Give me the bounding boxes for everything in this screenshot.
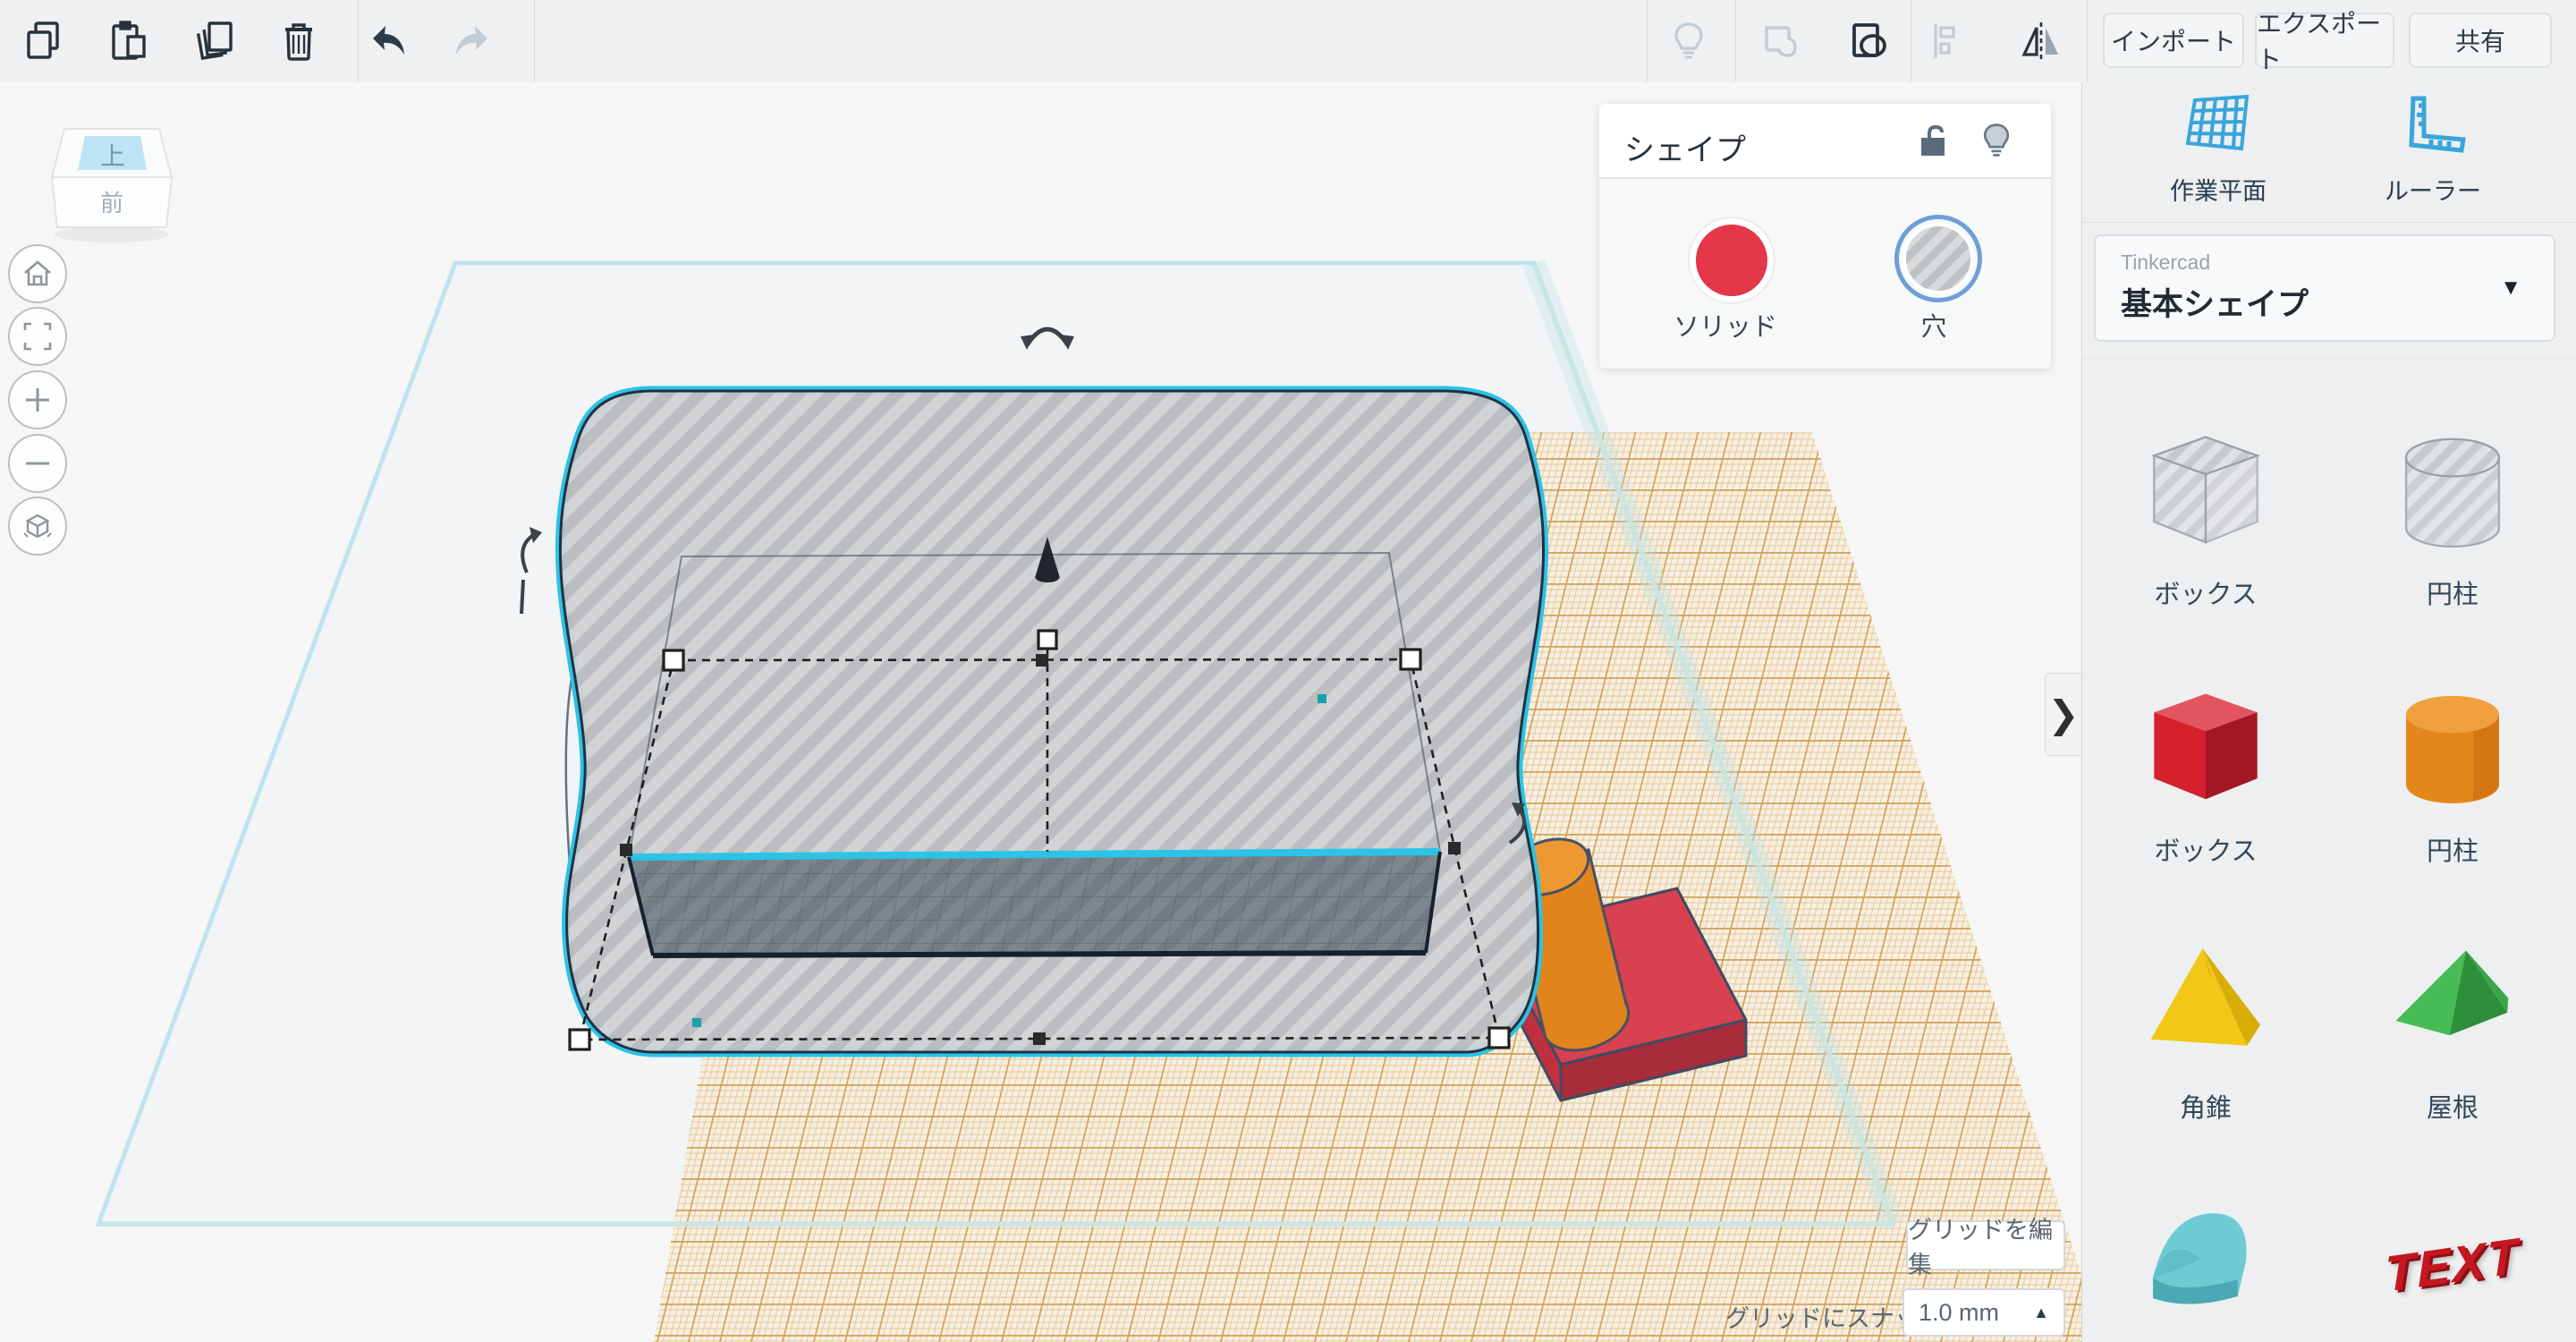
home-view-button[interactable] (8, 244, 67, 303)
view-cube-front-label[interactable]: 前 (100, 190, 123, 217)
shape-label: 屋根 (2426, 1094, 2479, 1123)
sidebar-divider (2082, 358, 2576, 359)
shape-tile-cylinder[interactable]: 円柱 (2329, 634, 2576, 891)
export-button[interactable]: エクスポート (2255, 10, 2394, 73)
shape-panel-title: シェイプ (1624, 133, 1746, 167)
fit-view-button[interactable] (8, 307, 67, 366)
pyramid-icon (2150, 948, 2261, 1046)
lightbulb-icon[interactable] (1978, 122, 2015, 164)
ruler-icon (2409, 96, 2466, 153)
sidebar-divider (2082, 222, 2576, 223)
sidebar-collapse-tab[interactable]: ❯ (2045, 673, 2081, 756)
shape-tile-pyramid[interactable]: 角錐 (2082, 891, 2329, 1148)
shape-label: 円柱 (2426, 837, 2479, 866)
round-roof-icon (2153, 1213, 2247, 1304)
shape-tile-box-hole[interactable]: ボックス (2082, 378, 2329, 634)
shape-label: ボックス (2154, 581, 2258, 609)
undo-icon[interactable] (367, 20, 410, 63)
caret-down-icon: ▼ (2500, 276, 2521, 300)
hole-option[interactable] (1894, 215, 1982, 302)
workplane-icon (2185, 94, 2250, 151)
shape-label: 円柱 (2426, 581, 2479, 609)
shape-inspector-panel: シェイプ ソリッド 穴 (1599, 104, 2051, 369)
shape-label: 角錐 (2179, 1094, 2232, 1123)
caret-up-icon: ▲ (2033, 1303, 2049, 1321)
roof-icon (2395, 950, 2509, 1036)
shape-panel-header: シェイプ (1599, 104, 2051, 179)
ungroup-icon[interactable] (1758, 20, 1801, 63)
shape-library-dropdown[interactable]: Tinkercad 基本シェイプ ▼ (2094, 234, 2555, 342)
unlock-icon[interactable] (1917, 123, 1953, 164)
lightbulb-icon[interactable] (1667, 20, 1710, 63)
snap-grid-select[interactable]: 1.0 mm ▲ (1902, 1288, 2065, 1337)
cylinder-hole-icon (2404, 437, 2501, 548)
import-button[interactable]: インポート (2103, 13, 2244, 68)
library-brand: Tinkercad (2121, 251, 2211, 274)
mirror-icon[interactable] (2020, 20, 2063, 63)
redo-icon[interactable] (451, 20, 494, 63)
toolbar-separator (1647, 0, 1648, 82)
shape-tile-roof[interactable]: 屋根 (2329, 891, 2576, 1148)
perspective-button[interactable] (8, 497, 67, 556)
shapes-sidebar: 作業平面 ルーラー Tinkercad 基本シェイプ ▼ ボックス 円柱 ボック… (2082, 82, 2576, 1342)
tinkercad-app: インポート エクスポート 共有 上 前 グリッドを編集 グリッドにスナップ 1.… (0, 0, 2576, 1342)
shape-tile-text[interactable]: TEXT 文字 (2329, 1148, 2576, 1342)
duplicate-icon[interactable] (192, 20, 235, 63)
align-icon[interactable] (1928, 20, 1970, 63)
vertex-dot (1318, 694, 1326, 703)
shape-label: ボックス (2154, 837, 2258, 866)
box-icon (2154, 693, 2258, 800)
toolbar-separator (1735, 0, 1736, 82)
hole-option-label: 穴 (1920, 313, 1947, 342)
share-button[interactable]: 共有 (2409, 13, 2552, 68)
paste-icon[interactable] (107, 20, 150, 63)
ruler-label: ルーラー (2385, 178, 2481, 205)
toolbar-separator (534, 0, 535, 82)
toolbar-separator (358, 0, 359, 82)
shape-tile-round-roof[interactable]: 円形屋根 (2082, 1148, 2329, 1342)
solid-option[interactable] (1690, 218, 1774, 302)
toolbar-separator (2087, 0, 2088, 82)
vertex-dot (692, 1018, 701, 1027)
shape-grid: ボックス 円柱 ボックス 円柱 角錐 屋根 TEXT (2082, 378, 2576, 1342)
library-selected: 基本シェイプ (2121, 287, 2309, 322)
delete-icon[interactable] (277, 20, 320, 63)
shape-tile-box[interactable]: ボックス (2082, 634, 2329, 891)
edit-grid-button[interactable]: グリッドを編集 (1906, 1217, 2065, 1278)
box-hole-icon (2150, 436, 2261, 544)
copy-icon[interactable] (24, 20, 67, 63)
ruler-tool[interactable]: ルーラー (2343, 93, 2522, 207)
snap-grid-value: 1.0 mm (1919, 1298, 2000, 1326)
group-icon[interactable] (1848, 20, 1891, 63)
solid-option-label: ソリッド (1673, 313, 1777, 342)
shape-tile-cylinder-hole[interactable]: 円柱 (2329, 378, 2576, 634)
zoom-in-button[interactable] (8, 370, 67, 429)
top-toolbar: インポート エクスポート 共有 (0, 0, 2576, 83)
chevron-right-icon: ❯ (2047, 693, 2080, 735)
workplane-label: 作業平面 (2170, 178, 2267, 205)
view-cube[interactable]: 上 前 (50, 128, 174, 242)
cylinder-icon (2406, 695, 2499, 803)
text-shape-icon: TEXT (2385, 1226, 2521, 1303)
zoom-out-button[interactable] (8, 434, 67, 493)
workplane-tool[interactable]: 作業平面 (2129, 93, 2308, 207)
view-cube-top-label[interactable]: 上 (100, 142, 125, 170)
